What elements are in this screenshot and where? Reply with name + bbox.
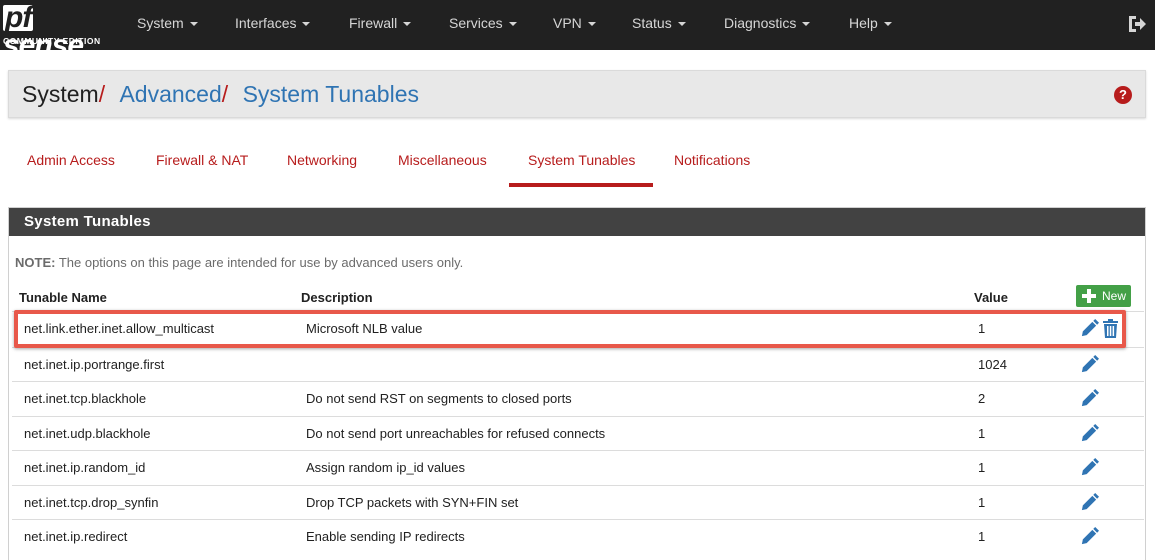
- caret-down-icon: [883, 22, 892, 27]
- nav-vpn[interactable]: VPN: [553, 0, 596, 50]
- tunable-description: Enable sending IP redirects: [306, 529, 465, 544]
- caret-down-icon: [587, 22, 596, 27]
- tunable-name: net.inet.udp.blackhole: [24, 426, 151, 441]
- table-row: net.inet.udp.blackhole Do not send port …: [12, 416, 1144, 450]
- tab-networking[interactable]: Networking: [287, 152, 357, 168]
- logo-prefix: pf: [3, 1, 34, 34]
- tunable-description: Assign random ip_id values: [306, 460, 465, 475]
- caret-down-icon: [802, 22, 811, 27]
- active-tab-indicator: [509, 183, 653, 187]
- tunable-description: Drop TCP packets with SYN+FIN set: [306, 495, 519, 510]
- logout-icon[interactable]: [1126, 13, 1148, 35]
- tunables-panel: System Tunables NOTE: The options on thi…: [8, 207, 1146, 560]
- advanced-users-note: NOTE: The options on this page are inten…: [15, 255, 464, 270]
- tunable-value: 1: [978, 426, 986, 441]
- tunable-name: net.inet.tcp.blackhole: [24, 391, 147, 406]
- table-row: net.inet.ip.redirect Enable sending IP r…: [12, 519, 1144, 553]
- pencil-icon[interactable]: [1080, 424, 1099, 443]
- tunable-name: net.inet.tcp.drop_synfin: [24, 495, 159, 510]
- pfsense-logo[interactable]: pfsense COMMUNITY EDITION: [3, 1, 109, 61]
- caret-down-icon: [189, 22, 198, 27]
- caret-down-icon: [403, 22, 412, 27]
- table-row: net.inet.ip.portrange.first 1024: [12, 347, 1144, 381]
- tab-notifications[interactable]: Notifications: [674, 152, 750, 168]
- nav-interfaces[interactable]: Interfaces: [235, 0, 311, 50]
- top-navbar: pfsense COMMUNITY EDITION System Interfa…: [0, 0, 1155, 61]
- panel-header: System Tunables: [9, 208, 1145, 236]
- breadcrumb-separator: /: [221, 81, 229, 107]
- table-row: net.inet.ip.random_id Assign random ip_i…: [12, 450, 1144, 484]
- column-header-value: Value: [974, 290, 1008, 305]
- breadcrumb-advanced[interactable]: Advanced: [119, 81, 221, 107]
- nav-status[interactable]: Status: [632, 0, 686, 50]
- tunable-name: net.inet.ip.portrange.first: [24, 357, 165, 372]
- breadcrumb: System/ Advanced/ System Tunables ?: [8, 70, 1146, 118]
- pencil-icon[interactable]: [1080, 527, 1099, 546]
- column-header-tunable-name: Tunable Name: [19, 290, 107, 305]
- pencil-icon[interactable]: [1080, 389, 1099, 408]
- tab-system-tunables[interactable]: System Tunables: [528, 152, 635, 168]
- tab-miscellaneous[interactable]: Miscellaneous: [398, 152, 487, 168]
- tunable-description: Do not send port unreachables for refuse…: [306, 426, 606, 441]
- question-circle-icon[interactable]: ?: [1114, 86, 1132, 104]
- caret-down-icon: [508, 22, 517, 27]
- nav-system[interactable]: System: [137, 0, 198, 50]
- caret-down-icon: [677, 22, 686, 27]
- panel-title: System Tunables: [24, 213, 151, 230]
- tunable-name: net.inet.ip.random_id: [24, 460, 146, 475]
- tab-firewall-nat[interactable]: Firewall & NAT: [156, 152, 248, 168]
- tunable-value: 1024: [978, 357, 1007, 372]
- tunable-value: 1: [978, 529, 986, 544]
- table-row: net.inet.tcp.drop_synfin Drop TCP packet…: [12, 485, 1144, 519]
- pencil-icon[interactable]: [1080, 493, 1099, 512]
- tunable-value: 1: [978, 495, 986, 510]
- nav-help[interactable]: Help: [849, 0, 892, 50]
- nav-services[interactable]: Services: [449, 0, 517, 50]
- logo-subtitle: COMMUNITY EDITION: [3, 36, 101, 46]
- tunable-value: 1: [978, 460, 986, 475]
- new-tunable-button[interactable]: New: [1076, 285, 1131, 307]
- plus-icon: [1082, 289, 1096, 303]
- pencil-icon[interactable]: [1080, 355, 1099, 374]
- breadcrumb-system: System: [22, 81, 99, 107]
- tab-admin-access[interactable]: Admin Access: [27, 152, 115, 168]
- nav-diagnostics[interactable]: Diagnostics: [724, 0, 811, 50]
- row-highlight-box: [14, 310, 1126, 348]
- tunable-value: 2: [978, 391, 986, 406]
- table-row: net.inet.tcp.blackhole Do not send RST o…: [12, 381, 1144, 415]
- nav-firewall[interactable]: Firewall: [349, 0, 412, 50]
- column-header-description: Description: [301, 290, 373, 305]
- caret-down-icon: [302, 22, 311, 27]
- breadcrumb-separator: /: [98, 81, 106, 107]
- breadcrumb-system-tunables[interactable]: System Tunables: [243, 81, 419, 107]
- tunable-name: net.inet.ip.redirect: [24, 529, 128, 544]
- tunable-description: Do not send RST on segments to closed po…: [306, 391, 572, 406]
- pencil-icon[interactable]: [1080, 458, 1099, 477]
